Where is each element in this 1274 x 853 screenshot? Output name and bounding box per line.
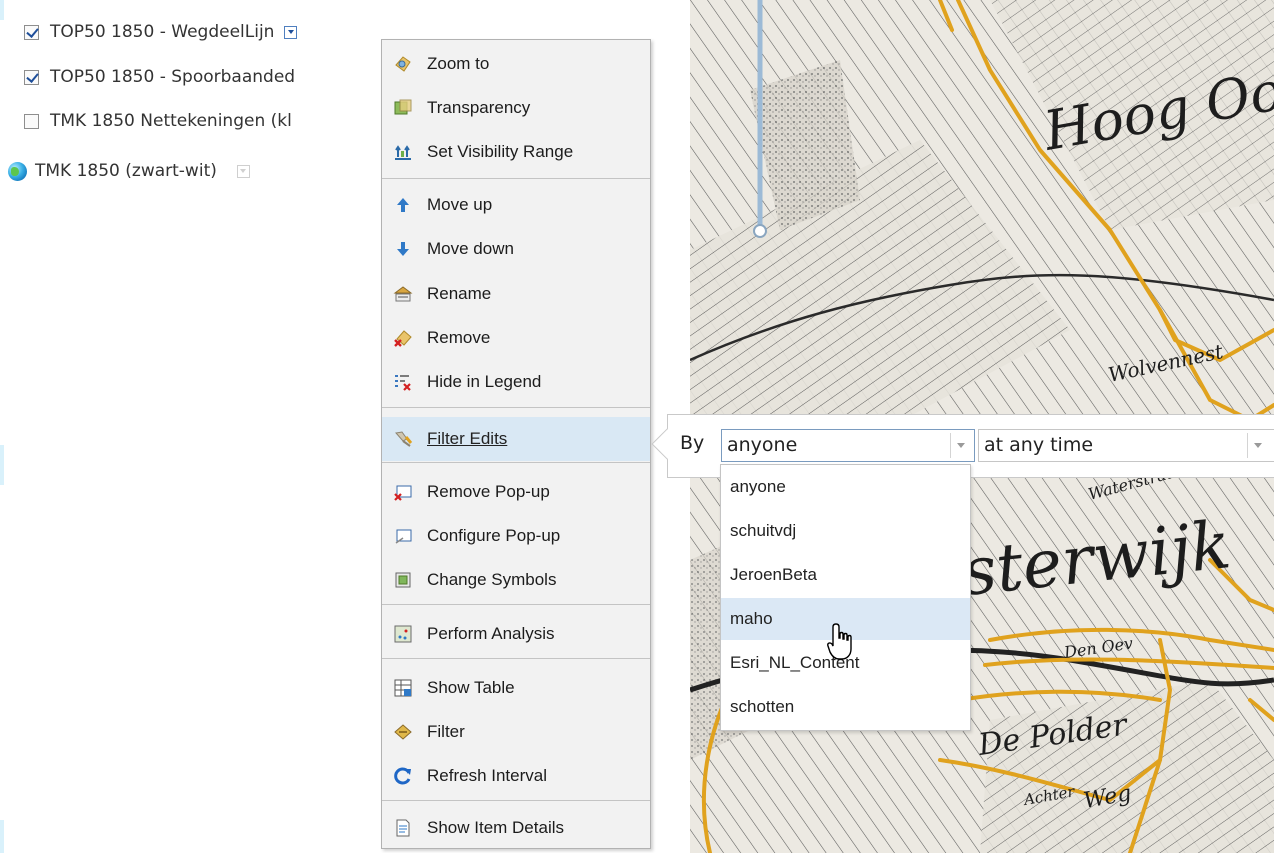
refresh-icon bbox=[393, 766, 413, 786]
editor-select-value: anyone bbox=[727, 434, 798, 456]
layer-row-basemap[interactable]: TMK 1850 (zwart-wit) bbox=[8, 156, 250, 186]
arrow-down-icon bbox=[393, 239, 413, 259]
hand-pointer-cursor-icon bbox=[827, 622, 857, 666]
option-anyone[interactable]: anyone bbox=[721, 466, 970, 508]
layer-name: TMK 1850 (zwart-wit) bbox=[35, 161, 217, 181]
layer-context-menu: Zoom to Transparency Set Visibility Rang… bbox=[381, 39, 651, 849]
layer-name: TOP50 1850 - Spoorbaanded bbox=[50, 67, 296, 87]
rename-icon bbox=[393, 284, 413, 304]
option-jeroenbeta[interactable]: JeroenBeta bbox=[721, 554, 970, 596]
menu-item-remove[interactable]: Remove bbox=[382, 316, 650, 360]
layer-list-panel: TOP50 1850 - WegdeelLijn TOP50 1850 - Sp… bbox=[0, 0, 382, 853]
layer-visibility-checkbox[interactable] bbox=[24, 24, 39, 40]
time-select-value: at any time bbox=[984, 434, 1094, 456]
menu-item-move-up[interactable]: Move up bbox=[382, 183, 650, 227]
globe-icon bbox=[8, 161, 27, 181]
layer-name: TOP50 1850 - WegdeelLijn bbox=[50, 22, 275, 42]
menu-item-refresh-interval[interactable]: Refresh Interval bbox=[382, 754, 650, 798]
menu-item-set-visibility-range[interactable]: Set Visibility Range bbox=[382, 130, 650, 174]
change-symbols-icon bbox=[393, 570, 413, 590]
table-icon bbox=[393, 678, 413, 698]
panel-edge bbox=[0, 820, 4, 853]
layer-menu-dropdown-icon[interactable] bbox=[236, 164, 250, 178]
by-label: By bbox=[680, 432, 705, 454]
layer-name: TMK 1850 Nettekeningen (kl bbox=[50, 111, 292, 131]
time-select[interactable]: at any time bbox=[978, 429, 1274, 462]
menu-item-show-item-details[interactable]: Show Item Details bbox=[382, 806, 650, 850]
remove-icon bbox=[393, 328, 413, 348]
menu-item-rename[interactable]: Rename bbox=[382, 272, 650, 316]
remove-popup-icon bbox=[393, 482, 413, 502]
menu-item-filter-edits[interactable]: Filter Edits bbox=[382, 417, 650, 461]
menu-item-zoom-to[interactable]: Zoom to bbox=[382, 42, 650, 86]
zoom-to-icon bbox=[393, 54, 413, 74]
menu-item-perform-analysis[interactable]: Perform Analysis bbox=[382, 612, 650, 656]
menu-item-move-down[interactable]: Move down bbox=[382, 227, 650, 271]
layer-row-spoorbaandelen[interactable]: TOP50 1850 - Spoorbaanded bbox=[24, 62, 295, 92]
menu-item-transparency[interactable]: Transparency bbox=[382, 86, 650, 130]
menu-item-change-symbols[interactable]: Change Symbols bbox=[382, 558, 650, 602]
transparency-icon bbox=[393, 98, 413, 118]
editor-options-list: anyone schuitvdj JeroenBeta maho Esri_NL… bbox=[720, 464, 971, 731]
menu-item-show-table[interactable]: Show Table bbox=[382, 666, 650, 710]
editor-select[interactable]: anyone bbox=[721, 429, 975, 462]
menu-item-configure-popup[interactable]: Configure Pop-up bbox=[382, 514, 650, 558]
panel-edge bbox=[0, 0, 4, 20]
filter-edits-icon bbox=[393, 429, 413, 449]
layer-row-wegdeellijn[interactable]: TOP50 1850 - WegdeelLijn bbox=[24, 17, 298, 47]
arrow-up-icon bbox=[393, 195, 413, 215]
layer-visibility-checkbox[interactable] bbox=[24, 113, 39, 129]
layer-menu-dropdown-icon[interactable] bbox=[284, 25, 298, 39]
menu-item-filter[interactable]: Filter bbox=[382, 710, 650, 754]
option-schuitvdj[interactable]: schuitvdj bbox=[721, 510, 970, 552]
layer-row-nettekeningen[interactable]: TMK 1850 Nettekeningen (kl bbox=[24, 106, 292, 136]
panel-edge bbox=[0, 445, 4, 485]
layer-visibility-checkbox[interactable] bbox=[24, 69, 39, 85]
flyout-pointer bbox=[651, 428, 683, 460]
option-schotten[interactable]: schotten bbox=[721, 686, 970, 728]
menu-item-remove-popup[interactable]: Remove Pop-up bbox=[382, 470, 650, 514]
configure-popup-icon bbox=[393, 526, 413, 546]
analysis-icon bbox=[393, 624, 413, 644]
visibility-range-icon bbox=[393, 142, 413, 162]
menu-item-hide-in-legend[interactable]: Hide in Legend bbox=[382, 360, 650, 404]
hide-legend-icon bbox=[393, 372, 413, 392]
filter-icon bbox=[393, 722, 413, 742]
item-details-icon bbox=[393, 818, 413, 838]
chevron-down-icon[interactable] bbox=[1247, 433, 1267, 458]
chevron-down-icon[interactable] bbox=[950, 433, 970, 458]
